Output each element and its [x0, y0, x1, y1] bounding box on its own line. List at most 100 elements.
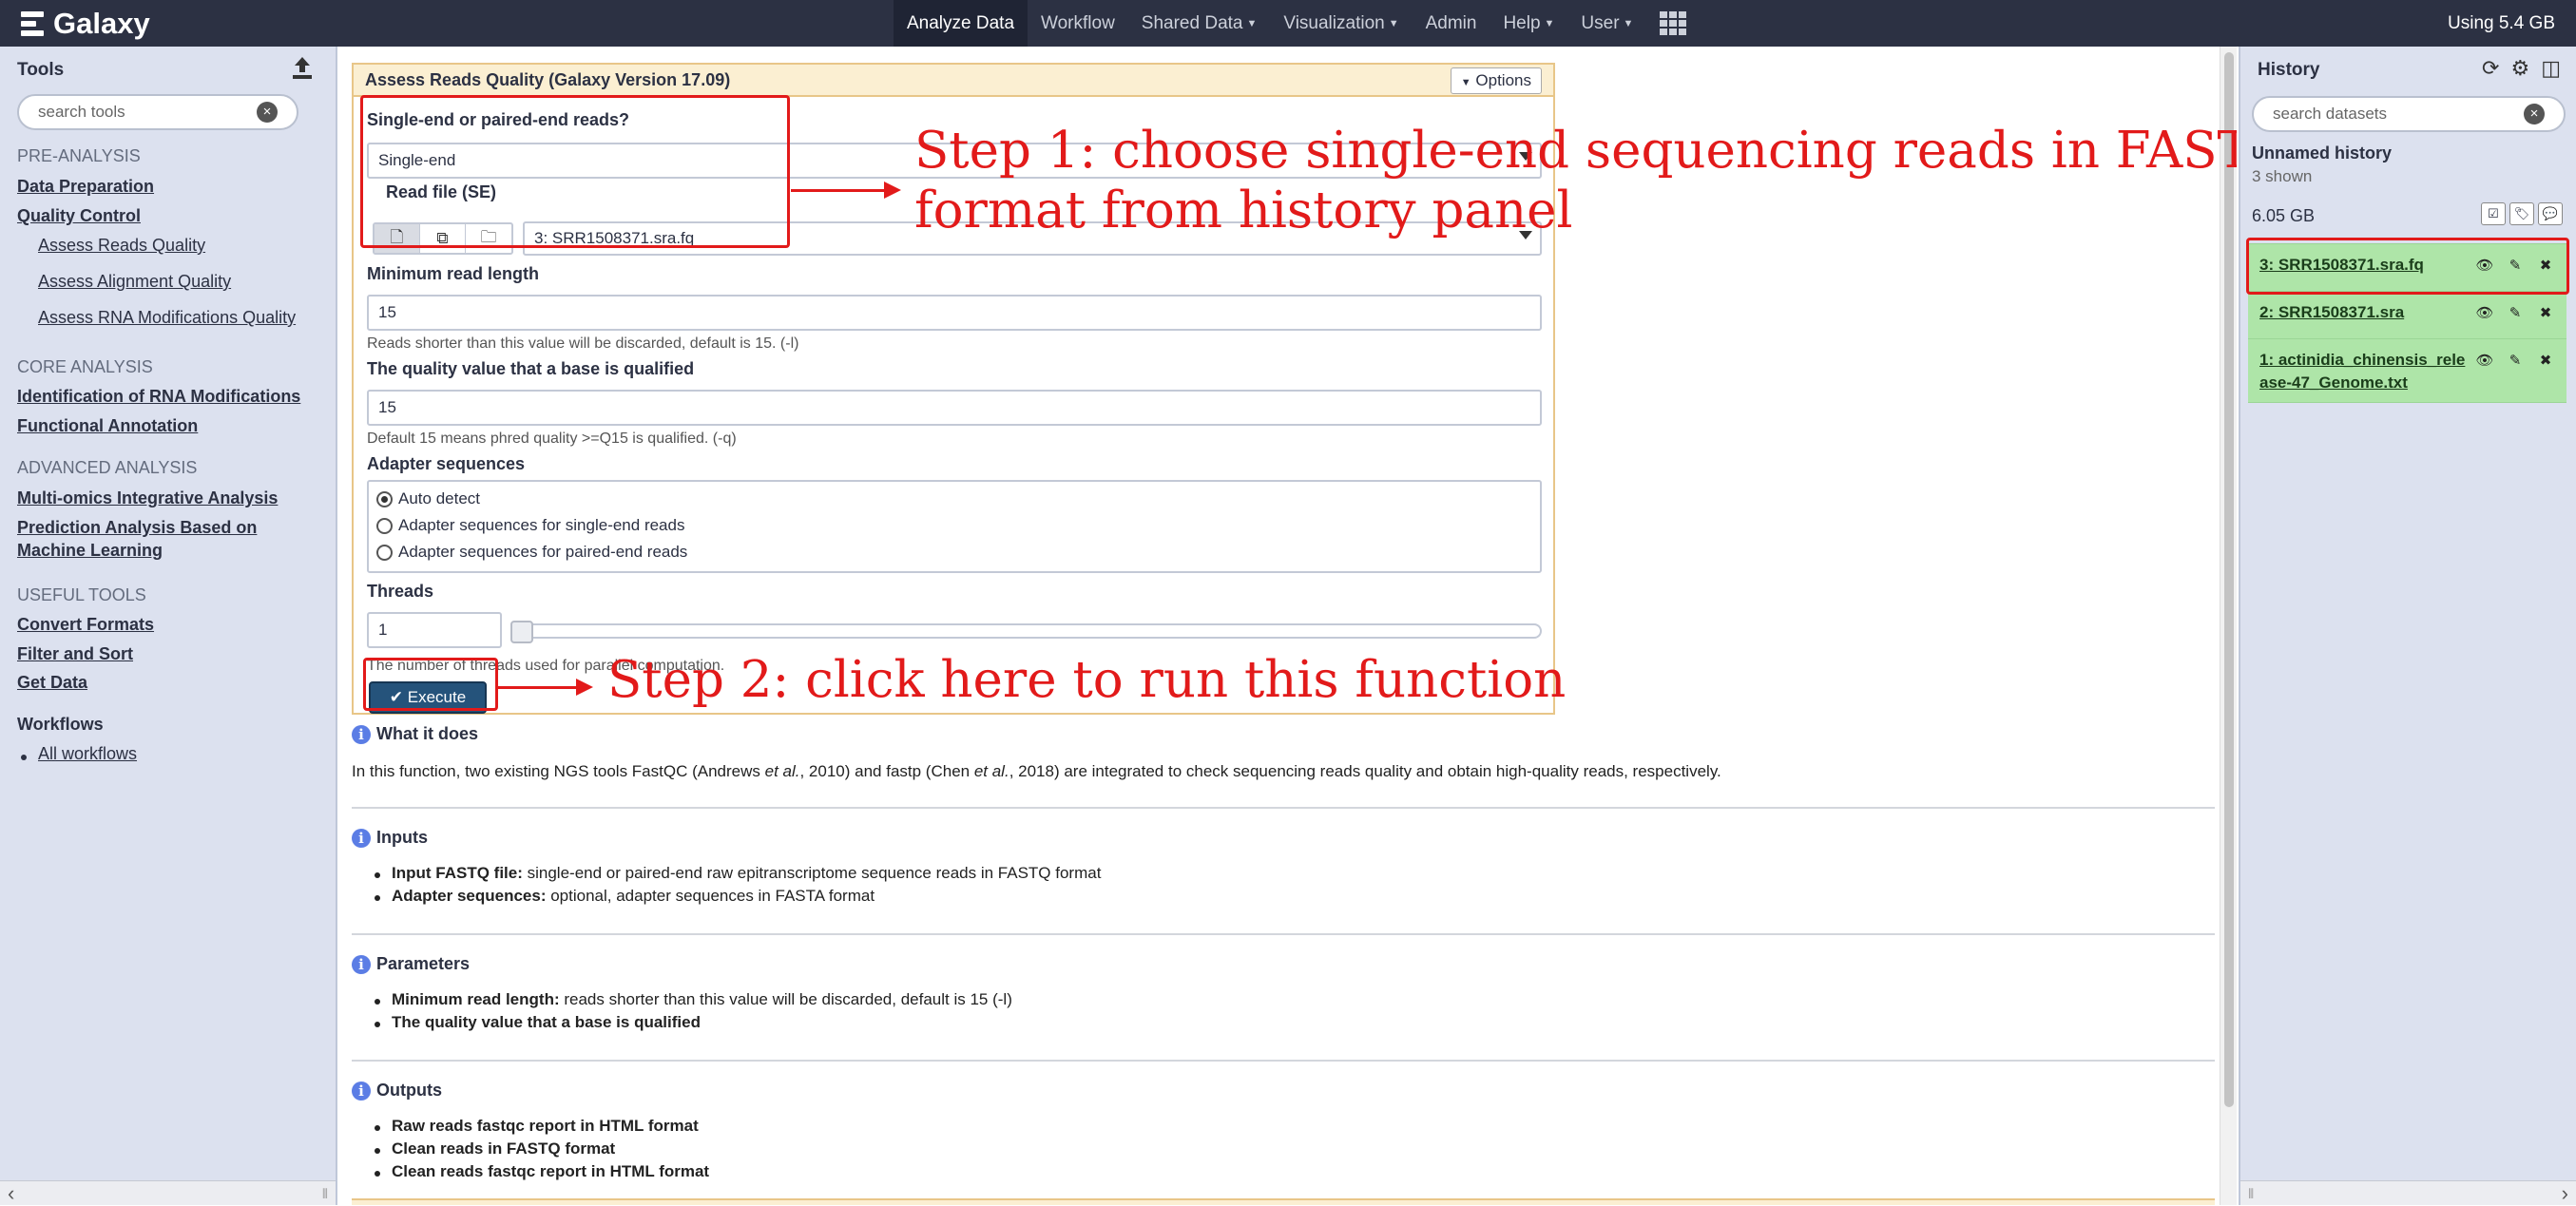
adapter-option-auto[interactable]: Auto detect	[376, 489, 480, 508]
history-name[interactable]: Unnamed history	[2252, 144, 2392, 163]
tool-identification-rna-modifications[interactable]: Identification of RNA Modifications	[17, 387, 300, 407]
pencil-icon[interactable]: ✎	[2504, 303, 2527, 324]
nav-user[interactable]: User ▼	[1567, 0, 1646, 47]
nav-analyze-data[interactable]: Analyze Data	[894, 0, 1028, 47]
brand-label: Galaxy	[53, 6, 150, 40]
threads-input[interactable]: 1	[367, 612, 502, 648]
threads-slider[interactable]	[510, 621, 1542, 643]
bullet	[21, 755, 27, 760]
options-button[interactable]: ▼ Options	[1450, 67, 1542, 94]
link-all-workflows[interactable]: All workflows	[38, 744, 137, 764]
quality-help: Default 15 means phred quality >=Q15 is …	[367, 431, 737, 447]
refresh-icon[interactable]: ⟳	[2482, 56, 2499, 81]
main-nav: Analyze Data Workflow Shared Data ▼ Visua…	[894, 0, 1700, 47]
history-options: ⟳ ⚙ ◫	[2482, 56, 2561, 81]
what-it-does-heading: i What it does	[352, 724, 478, 744]
resize-grip-icon[interactable]: ⦀	[2248, 1181, 2254, 1206]
tool-functional-annotation[interactable]: Functional Annotation	[17, 416, 198, 436]
tool-search-placeholder: search tools	[38, 103, 125, 121]
history-panel-hscroll[interactable]: ⦀ ›	[2240, 1180, 2576, 1205]
dataset-search-input[interactable]: search datasets ×	[2252, 96, 2566, 132]
parameters-heading: i Parameters	[352, 954, 470, 974]
center-vscroll[interactable]	[2220, 47, 2237, 1205]
dataset-search-placeholder: search datasets	[2273, 105, 2388, 123]
tool-assess-alignment-quality[interactable]: Assess Alignment Quality	[38, 272, 231, 292]
delete-icon[interactable]: ✖	[2534, 303, 2557, 324]
quality-input[interactable]: 15	[367, 390, 1542, 426]
outputs-heading: i Outputs	[352, 1081, 442, 1101]
chevron-down-icon: ▼	[1388, 17, 1399, 29]
tool-multi-omics[interactable]: Multi-omics Integrative Analysis	[17, 488, 278, 508]
annotation-arrow-step2	[498, 679, 593, 696]
tool-quality-control[interactable]: Quality Control	[17, 206, 141, 226]
divider	[352, 1060, 2215, 1062]
tool-assess-reads-quality[interactable]: Assess Reads Quality	[38, 236, 205, 256]
nav-scratchbook[interactable]	[1646, 0, 1700, 47]
tool-convert-formats[interactable]: Convert Formats	[17, 615, 154, 635]
min-length-input[interactable]: 15	[367, 295, 1542, 331]
galaxy-brand[interactable]: Galaxy	[21, 0, 150, 47]
tool-panel-hscroll[interactable]: ‹ ⦀	[0, 1180, 336, 1205]
tool-panel-title: Tools	[17, 60, 65, 80]
nav-admin[interactable]: Admin	[1413, 0, 1490, 47]
tool-prediction-analysis[interactable]: Prediction Analysis Based on	[17, 518, 257, 538]
list-item: Raw reads fastqc report in HTML format	[375, 1117, 709, 1139]
info-icon: i	[352, 828, 371, 848]
nav-shared-data[interactable]: Shared Data ▼	[1128, 0, 1271, 47]
tool-data-preparation[interactable]: Data Preparation	[17, 177, 154, 197]
gear-icon[interactable]: ⚙	[2510, 56, 2529, 81]
info-icon: i	[352, 1081, 371, 1101]
tool-prediction-analysis-line2[interactable]: Machine Learning	[17, 541, 163, 561]
dataset-item[interactable]: 1: actinidia_chinensis_release-47_Genome…	[2248, 338, 2566, 403]
nav-workflow[interactable]: Workflow	[1028, 0, 1128, 47]
caret-down-icon: ▼	[1460, 77, 1471, 88]
list-item: Input FASTQ file: single-end or paired-e…	[375, 864, 1101, 887]
upload-icon[interactable]	[291, 55, 314, 80]
annotation-step1-line2: format from history panel	[914, 182, 1573, 239]
masthead: Galaxy Analyze Data Workflow Shared Data…	[0, 0, 2576, 47]
what-it-does-text: In this function, two existing NGS tools…	[352, 762, 1721, 780]
nav-help[interactable]: Help ▼	[1490, 0, 1567, 47]
annotation-step1-line1: Step 1: choose single-end sequencing rea…	[914, 122, 2237, 180]
dataset-title[interactable]: 2: SRR1508371.sra	[2259, 301, 2473, 324]
pencil-icon[interactable]: ✎	[2504, 351, 2527, 372]
scroll-right-icon[interactable]: ›	[2562, 1181, 2568, 1206]
divider	[352, 933, 2215, 935]
adapter-label: Adapter sequences	[367, 454, 526, 473]
tool-assess-rna-modifications-quality[interactable]: Assess RNA Modifications Quality	[38, 308, 296, 328]
dataset-item[interactable]: 2: SRR1508371.sra 👁 ✎ ✖	[2248, 291, 2566, 338]
dataset-title[interactable]: 1: actinidia_chinensis_release-47_Genome…	[2259, 349, 2473, 394]
center-vscroll-thumb[interactable]	[2224, 52, 2234, 1107]
clear-search-icon[interactable]: ×	[257, 102, 278, 123]
eye-icon[interactable]: 👁	[2473, 351, 2496, 372]
threads-slider-handle[interactable]	[510, 621, 533, 643]
tool-title-text: Assess Reads Quality (Galaxy Version 17.…	[365, 70, 731, 89]
tags-icon[interactable]: 🏷	[2509, 202, 2534, 225]
quota-meter[interactable]: Using 5.4 GB	[2448, 0, 2555, 47]
nav-visualization[interactable]: Visualization ▼	[1270, 0, 1412, 47]
center-panel: Assess Reads Quality (Galaxy Version 17.…	[339, 47, 2237, 1205]
divider	[352, 807, 2215, 809]
eye-icon[interactable]: 👁	[2473, 303, 2496, 324]
adapter-option-single[interactable]: Adapter sequences for single-end reads	[376, 516, 684, 535]
columns-icon[interactable]: ◫	[2541, 56, 2561, 81]
section-core-analysis: CORE ANALYSIS	[17, 357, 153, 376]
threads-label: Threads	[367, 582, 434, 601]
adapter-option-paired[interactable]: Adapter sequences for paired-end reads	[376, 543, 687, 562]
tool-search-input[interactable]: search tools ×	[17, 94, 298, 130]
annotation-icon[interactable]: 💬	[2538, 202, 2563, 225]
chevron-down-icon: ▼	[1246, 17, 1258, 29]
tool-filter-and-sort[interactable]: Filter and Sort	[17, 644, 133, 664]
tool-panel: Tools search tools × PRE-ANALYSIS Data P…	[0, 47, 337, 1205]
select-items-icon[interactable]: ☑	[2481, 202, 2506, 225]
delete-icon[interactable]: ✖	[2534, 351, 2557, 372]
scroll-left-icon[interactable]: ‹	[8, 1181, 14, 1206]
outputs-list: Raw reads fastqc report in HTML format C…	[375, 1117, 709, 1185]
clear-search-icon[interactable]: ×	[2524, 104, 2545, 124]
resize-grip-icon[interactable]: ⦀	[322, 1181, 328, 1206]
history-panel: History ⟳ ⚙ ◫ search datasets × Unnamed …	[2239, 47, 2576, 1205]
inputs-heading: i Inputs	[352, 828, 428, 848]
tool-get-data[interactable]: Get Data	[17, 673, 87, 693]
history-shown-count: 3 shown	[2252, 167, 2313, 185]
history-tools: ☑ 🏷 💬	[2481, 202, 2563, 225]
